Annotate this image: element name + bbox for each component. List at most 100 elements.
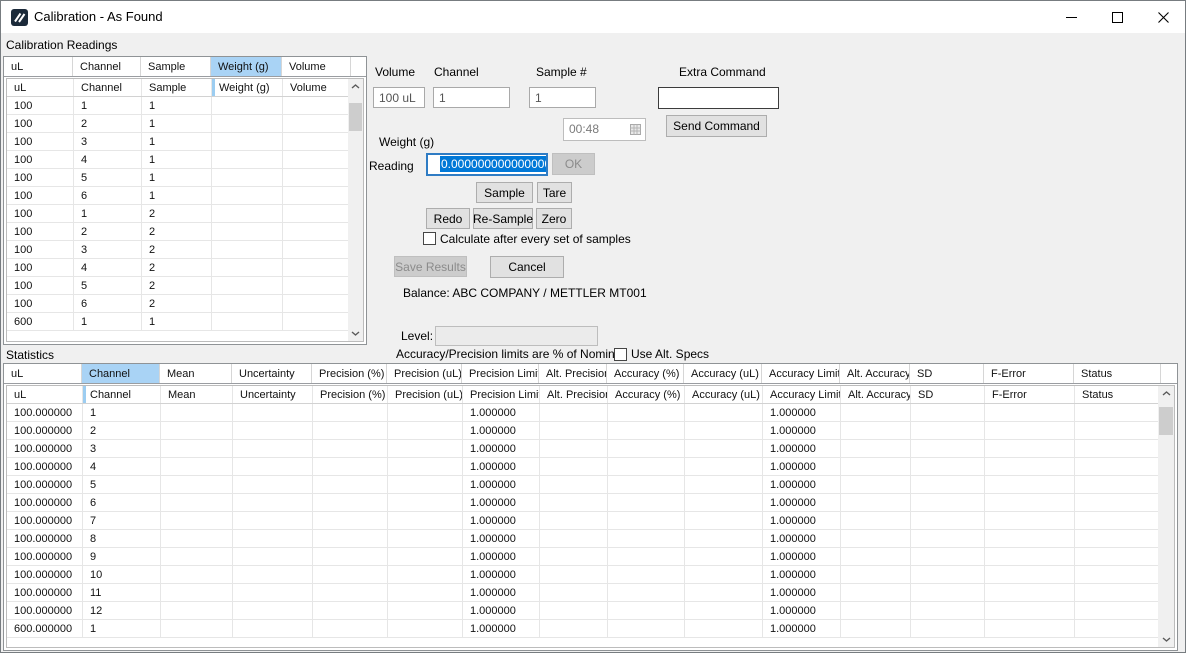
level-input[interactable]	[435, 326, 598, 346]
grid-cell[interactable]	[911, 512, 985, 529]
grid-cell[interactable]: 11	[83, 584, 161, 601]
grid-cell[interactable]	[233, 620, 313, 637]
grid-cell[interactable]	[283, 277, 352, 294]
grid-cell[interactable]	[1075, 476, 1162, 493]
grid-cell[interactable]	[233, 584, 313, 601]
grid-cell[interactable]	[1075, 458, 1162, 475]
inner-column-header[interactable]: Volume	[283, 79, 352, 96]
grid-cell[interactable]: 1	[142, 115, 212, 132]
scroll-down-icon[interactable]	[348, 326, 363, 341]
grid-cell[interactable]	[1075, 512, 1162, 529]
grid-cell[interactable]: 6	[83, 494, 161, 511]
grid-cell[interactable]: 1.000000	[763, 404, 841, 421]
column-header[interactable]: Status	[1074, 364, 1161, 383]
grid-cell[interactable]	[608, 566, 685, 583]
grid-cell[interactable]: 1.000000	[463, 584, 540, 601]
grid-cell[interactable]: 3	[74, 133, 142, 150]
grid-cell[interactable]: 1.000000	[763, 440, 841, 457]
column-header[interactable]: uL	[4, 57, 73, 76]
close-button[interactable]	[1140, 1, 1186, 33]
grid-cell[interactable]	[283, 313, 352, 330]
inner-column-header[interactable]: uL	[7, 79, 74, 96]
grid-cell[interactable]	[212, 223, 283, 240]
vertical-scrollbar[interactable]	[348, 79, 363, 341]
grid-cell[interactable]: 8	[83, 530, 161, 547]
column-header[interactable]: Alt. Accuracy	[840, 364, 910, 383]
grid-cell[interactable]	[1075, 404, 1162, 421]
grid-cell[interactable]: 4	[74, 259, 142, 276]
grid-cell[interactable]	[841, 458, 911, 475]
grid-cell[interactable]	[161, 422, 233, 439]
vertical-scrollbar[interactable]	[1158, 386, 1174, 647]
grid-cell[interactable]	[388, 584, 463, 601]
grid-cell[interactable]: 100	[7, 115, 74, 132]
grid-cell[interactable]	[233, 566, 313, 583]
redo-button[interactable]: Redo	[426, 208, 470, 229]
ok-button[interactable]: OK	[552, 153, 595, 175]
grid-cell[interactable]: 1.000000	[463, 548, 540, 565]
grid-cell[interactable]: 100	[7, 241, 74, 258]
grid-cell[interactable]	[161, 530, 233, 547]
grid-cell[interactable]: 100	[7, 277, 74, 294]
grid-cell[interactable]	[608, 530, 685, 547]
grid-cell[interactable]	[233, 404, 313, 421]
grid-cell[interactable]	[841, 404, 911, 421]
channel-input[interactable]: 1	[433, 87, 510, 108]
grid-cell[interactable]	[685, 530, 763, 547]
grid-cell[interactable]	[540, 512, 608, 529]
grid-cell[interactable]	[233, 476, 313, 493]
inner-column-header[interactable]: Alt. Accuracy	[841, 386, 911, 403]
grid-cell[interactable]: 1.000000	[463, 440, 540, 457]
save-results-button[interactable]: Save Results	[394, 256, 467, 277]
grid-cell[interactable]: 100	[7, 133, 74, 150]
grid-cell[interactable]: 1.000000	[763, 602, 841, 619]
column-header[interactable]: Accuracy (uL)	[684, 364, 762, 383]
grid-cell[interactable]	[685, 566, 763, 583]
grid-cell[interactable]	[841, 548, 911, 565]
grid-cell[interactable]: 100	[7, 205, 74, 222]
grid-cell[interactable]	[283, 151, 352, 168]
grid-cell[interactable]	[313, 584, 388, 601]
grid-cell[interactable]: 100	[7, 259, 74, 276]
grid-cell[interactable]: 100	[7, 151, 74, 168]
grid-cell[interactable]	[985, 566, 1075, 583]
grid-cell[interactable]	[841, 566, 911, 583]
grid-cell[interactable]	[161, 440, 233, 457]
grid-cell[interactable]: 1	[142, 169, 212, 186]
grid-cell[interactable]: 7	[83, 512, 161, 529]
inner-column-header[interactable]: Accuracy (uL)	[685, 386, 763, 403]
grid-cell[interactable]	[388, 566, 463, 583]
grid-cell[interactable]: 9	[83, 548, 161, 565]
grid-cell[interactable]	[841, 530, 911, 547]
grid-cell[interactable]	[233, 602, 313, 619]
grid-cell[interactable]: 100.000000	[7, 512, 83, 529]
resample-button[interactable]: Re-Sample	[473, 208, 533, 229]
grid-cell[interactable]	[985, 404, 1075, 421]
inner-column-header[interactable]: Accuracy (%)	[608, 386, 685, 403]
zero-button[interactable]: Zero	[536, 208, 572, 229]
grid-cell[interactable]	[161, 584, 233, 601]
grid-cell[interactable]	[540, 602, 608, 619]
grid-cell[interactable]: 2	[142, 205, 212, 222]
grid-cell[interactable]	[313, 440, 388, 457]
grid-cell[interactable]	[608, 422, 685, 439]
grid-cell[interactable]	[685, 602, 763, 619]
grid-cell[interactable]	[233, 512, 313, 529]
grid-cell[interactable]	[911, 530, 985, 547]
grid-cell[interactable]: 600	[7, 313, 74, 330]
grid-cell[interactable]	[841, 512, 911, 529]
grid-cell[interactable]	[388, 476, 463, 493]
grid-cell[interactable]	[212, 205, 283, 222]
inner-column-header[interactable]: Status	[1075, 386, 1162, 403]
grid-cell[interactable]: 100.000000	[7, 404, 83, 421]
grid-cell[interactable]	[540, 458, 608, 475]
grid-cell[interactable]: 100	[7, 187, 74, 204]
grid-cell[interactable]	[388, 422, 463, 439]
grid-cell[interactable]	[313, 494, 388, 511]
grid-cell[interactable]: 1.000000	[763, 620, 841, 637]
calculate-checkbox[interactable]	[423, 232, 436, 245]
grid-cell[interactable]: 100.000000	[7, 584, 83, 601]
inner-column-header[interactable]: Precision Limit	[463, 386, 540, 403]
grid-cell[interactable]: 12	[83, 602, 161, 619]
grid-cell[interactable]	[313, 530, 388, 547]
